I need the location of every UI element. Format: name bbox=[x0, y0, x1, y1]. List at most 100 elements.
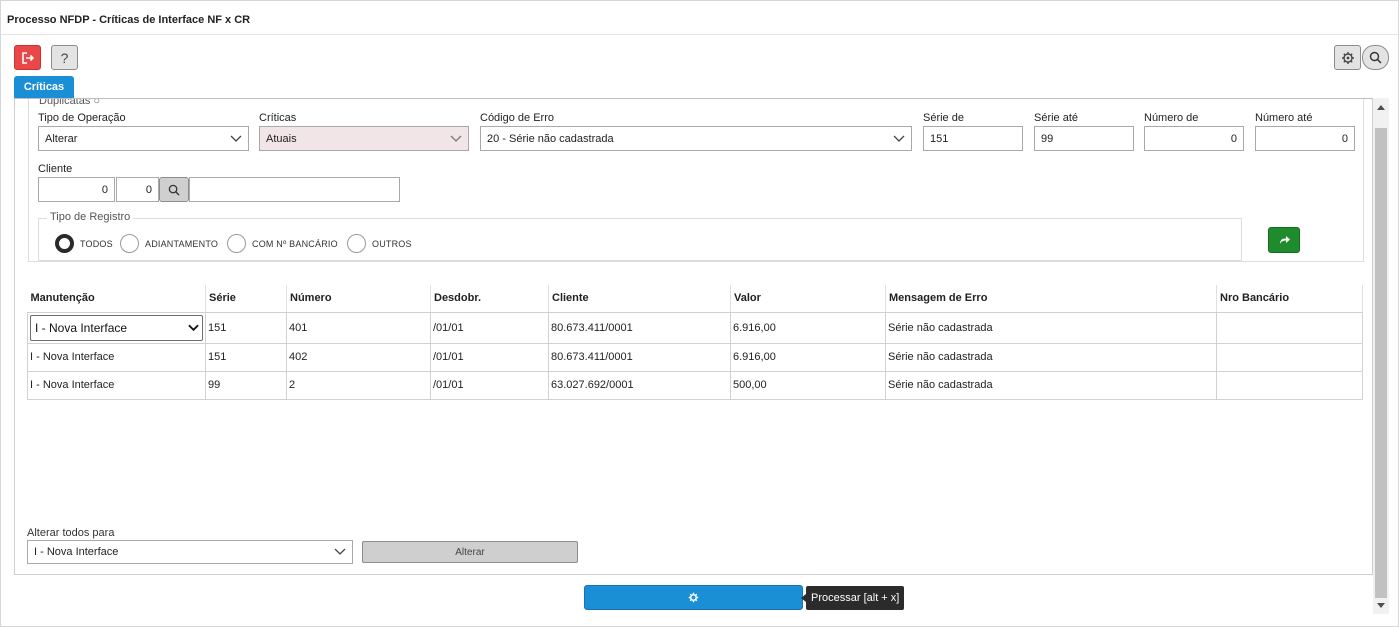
col-nro-bancario[interactable]: Nro Bancário bbox=[1216, 285, 1363, 313]
mensagem-cell: Série não cadastrada bbox=[885, 342, 1217, 372]
alterar-todos-label: Alterar todos para bbox=[27, 527, 115, 539]
serie-de-input[interactable]: 151 bbox=[923, 126, 1023, 151]
criticas-value: Atuais bbox=[266, 132, 297, 145]
col-desdobr[interactable]: Desdobr. bbox=[430, 285, 549, 313]
radio-outros[interactable]: OUTROS bbox=[347, 234, 412, 253]
manutencao-select[interactable]: I - Nova Interface bbox=[30, 314, 203, 341]
chevron-down-icon bbox=[230, 135, 242, 142]
help-icon: ? bbox=[60, 49, 69, 66]
col-numero[interactable]: Número bbox=[286, 285, 431, 313]
tab-criticas[interactable]: Críticas bbox=[14, 76, 74, 98]
nro-bancario-cell bbox=[1216, 370, 1363, 400]
table-row[interactable]: I - Nova Interface 151 401 /01/01 80.673… bbox=[27, 311, 1363, 344]
mensagem-cell: Série não cadastrada bbox=[885, 311, 1217, 344]
exit-icon bbox=[21, 51, 34, 64]
vertical-scrollbar[interactable] bbox=[1373, 98, 1389, 614]
cliente-cell: 80.673.411/0001 bbox=[548, 311, 731, 344]
help-button[interactable]: ? bbox=[51, 45, 78, 70]
cliente-name-input[interactable] bbox=[189, 177, 400, 202]
chevron-down-icon bbox=[450, 135, 462, 142]
tipo-registro-group: Tipo de Registro TODOS ADIANTAMENTO COM … bbox=[38, 211, 1242, 261]
table-row[interactable]: I - Nova Interface 151 402 /01/01 80.673… bbox=[27, 342, 1363, 372]
cliente-cell: 63.027.692/0001 bbox=[548, 370, 731, 400]
alterar-todos-select[interactable]: I - Nova Interface bbox=[27, 540, 353, 564]
radio-checked-icon bbox=[55, 234, 74, 253]
codigo-erro-value: 20 - Série não cadastrada bbox=[487, 132, 614, 145]
col-valor[interactable]: Valor bbox=[730, 285, 886, 313]
desdobr-cell: /01/01 bbox=[430, 370, 549, 400]
radio-unchecked-icon bbox=[120, 234, 139, 253]
duplicatas-label: Duplicatas ○ bbox=[39, 98, 101, 107]
radio-todos[interactable]: TODOS bbox=[55, 234, 113, 253]
col-mensagem-erro[interactable]: Mensagem de Erro bbox=[885, 285, 1217, 313]
radio-adiantamento[interactable]: ADIANTAMENTO bbox=[120, 234, 218, 253]
criticas-select[interactable]: Atuais bbox=[259, 126, 469, 151]
process-button[interactable] bbox=[584, 585, 803, 610]
table-row[interactable]: I - Nova Interface 99 2 /01/01 63.027.69… bbox=[27, 370, 1363, 400]
alterar-button[interactable]: Alterar bbox=[362, 541, 578, 563]
numero-cell: 401 bbox=[286, 311, 431, 344]
desdobr-cell: /01/01 bbox=[430, 342, 549, 372]
gear-icon bbox=[688, 592, 699, 603]
cliente-code1-input[interactable]: 0 bbox=[38, 177, 115, 202]
apply-filter-button[interactable] bbox=[1268, 227, 1300, 253]
scroll-down-icon[interactable] bbox=[1377, 603, 1385, 608]
tipo-operacao-select[interactable]: Alterar bbox=[38, 126, 249, 151]
numero-ate-input[interactable]: 0 bbox=[1255, 126, 1355, 151]
numero-cell: 402 bbox=[286, 342, 431, 372]
mensagem-cell: Série não cadastrada bbox=[885, 370, 1217, 400]
radio-unchecked-icon bbox=[347, 234, 366, 253]
title-divider bbox=[1, 34, 1398, 35]
serie-de-label: Série de bbox=[923, 112, 964, 124]
cliente-label: Cliente bbox=[38, 163, 73, 175]
cliente-cell: 80.673.411/0001 bbox=[548, 342, 731, 372]
search-button[interactable] bbox=[1362, 45, 1389, 70]
col-manutencao[interactable]: Manutenção bbox=[27, 285, 206, 313]
table-header-row: Manutenção Série Número Desdobr. Cliente… bbox=[27, 285, 1363, 313]
codigo-erro-select[interactable]: 20 - Série não cadastrada bbox=[480, 126, 912, 151]
manutencao-cell[interactable]: I - Nova Interface bbox=[27, 311, 206, 344]
radio-adiantamento-label: ADIANTAMENTO bbox=[145, 238, 219, 249]
numero-ate-label: Número até bbox=[1255, 112, 1313, 124]
valor-cell: 500,00 bbox=[730, 370, 886, 400]
criticas-panel: Duplicatas ○ Tipo de Operação Alterar Cr… bbox=[14, 98, 1373, 575]
tipo-registro-legend: Tipo de Registro bbox=[47, 211, 134, 223]
scroll-up-icon[interactable] bbox=[1377, 105, 1385, 110]
criticas-label: Críticas bbox=[259, 112, 297, 124]
chevron-down-icon bbox=[334, 548, 346, 555]
cliente-code2-input[interactable]: 0 bbox=[116, 177, 159, 202]
manutencao-cell[interactable]: I - Nova Interface bbox=[27, 370, 206, 400]
chevron-down-icon bbox=[188, 324, 199, 331]
app-window: Processo NFDP - Críticas de Interface NF… bbox=[0, 0, 1399, 627]
gear-icon bbox=[1341, 51, 1354, 64]
search-icon bbox=[168, 184, 180, 196]
nro-bancario-cell bbox=[1216, 311, 1363, 344]
chevron-down-icon bbox=[893, 135, 905, 142]
settings-button[interactable] bbox=[1334, 45, 1361, 70]
numero-de-input[interactable]: 0 bbox=[1144, 126, 1244, 151]
radio-com-nro-bancario[interactable]: COM Nº BANCÁRIO bbox=[227, 234, 338, 253]
col-serie[interactable]: Série bbox=[205, 285, 287, 313]
window-title: Processo NFDP - Críticas de Interface NF… bbox=[7, 14, 251, 26]
desdobr-cell: /01/01 bbox=[430, 311, 549, 344]
col-cliente[interactable]: Cliente bbox=[548, 285, 731, 313]
radio-com-nro-bancario-label: COM Nº BANCÁRIO bbox=[252, 238, 338, 249]
serie-ate-label: Série até bbox=[1034, 112, 1079, 124]
serie-cell: 151 bbox=[205, 342, 287, 372]
manutencao-cell[interactable]: I - Nova Interface bbox=[27, 342, 206, 372]
manutencao-value: I - Nova Interface bbox=[35, 320, 128, 335]
exit-button[interactable] bbox=[14, 45, 41, 70]
cliente-search-button[interactable] bbox=[159, 177, 189, 202]
tipo-operacao-label: Tipo de Operação bbox=[38, 112, 126, 124]
valor-cell: 6.916,00 bbox=[730, 342, 886, 372]
serie-ate-input[interactable]: 99 bbox=[1034, 126, 1134, 151]
radio-todos-label: TODOS bbox=[80, 238, 113, 249]
radio-unchecked-icon bbox=[227, 234, 246, 253]
numero-de-label: Número de bbox=[1144, 112, 1199, 124]
filter-box: Duplicatas ○ Tipo de Operação Alterar Cr… bbox=[28, 98, 1364, 262]
process-tooltip: Processar [alt + x] bbox=[800, 586, 905, 610]
serie-cell: 151 bbox=[205, 311, 287, 344]
alterar-todos-value: I - Nova Interface bbox=[34, 546, 119, 558]
valor-cell: 6.916,00 bbox=[730, 311, 886, 344]
scroll-thumb[interactable] bbox=[1375, 128, 1387, 598]
